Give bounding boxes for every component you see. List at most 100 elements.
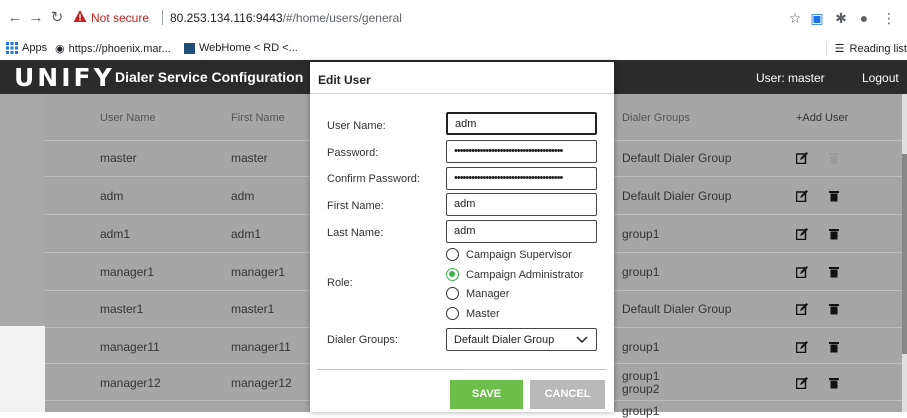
first-name-label: First Name: [327,200,384,212]
cell-user-name: manager1 [100,265,155,279]
cell-first-name: adm1 [231,227,262,241]
cell-dialer-groups: Default Dialer Group [622,189,732,203]
dialog-title: Edit User [318,73,371,87]
cell-dialer-groups: group1 [622,340,660,354]
edit-icon[interactable] [796,341,808,353]
cell-first-name: master1 [231,302,275,316]
role-option-manager[interactable]: Manager [446,287,509,300]
role-option-campaign-administrator[interactable]: Campaign Administrator [446,268,583,281]
trash-icon[interactable] [828,190,840,202]
role-option-label: Master [466,307,500,320]
dialer-groups-select[interactable]: Default Dialer Group [446,328,597,351]
reading-list-icon: ☰ [834,43,845,55]
edit-icon[interactable] [796,152,808,164]
url-path: /#/home/users/general [282,11,402,25]
edit-icon[interactable] [796,303,808,315]
save-button[interactable]: SAVE [450,380,523,409]
cell-user-name: adm1 [100,227,131,241]
bookmark-phoenix-label: https://phoenix.mar... [68,42,171,55]
reading-list-button[interactable]: ☰ Reading list [834,42,907,56]
trash-icon-disabled [829,153,839,164]
apps-grid-icon [6,42,18,54]
cell-user-name: master [100,151,137,165]
reload-icon[interactable]: ↻ [48,9,66,27]
not-secure-label: Not secure [91,11,150,25]
col-dialer-groups[interactable]: Dialer Groups [622,112,690,124]
trash-icon[interactable] [828,377,840,389]
cell-user-name: adm [100,189,124,203]
edit-user-dialog: Edit User User Name: adm Password: •••••… [310,62,614,412]
cell-user-name: master1 [100,302,144,316]
puzzle-icon[interactable]: ✱ [832,9,850,27]
trash-icon[interactable] [828,303,840,315]
password-input[interactable]: •••••••••••••••••••••••••••••••••••••• [446,140,597,163]
cell-dialer-groups-2: group2 [622,382,660,396]
trash-icon[interactable] [828,266,840,278]
dialer-groups-label: Dialer Groups: [327,334,398,346]
last-name-label: Last Name: [327,227,384,239]
cell-first-name: manager1 [231,265,286,279]
extension-icon[interactable]: ▣ [808,9,826,27]
star-icon[interactable]: ☆ [786,9,804,27]
bookmark-phoenix[interactable]: ◉ https://phoenix.mar... [55,42,171,56]
role-option-master[interactable]: Master [446,307,500,320]
role-label: Role: [327,277,353,289]
confirm-password-input[interactable]: •••••••••••••••••••••••••••••••••••••• [446,167,597,190]
menu-icon[interactable]: ⋮ [880,9,898,27]
edit-icon[interactable] [796,228,808,240]
cell-first-name: master [231,151,268,165]
last-name-input[interactable]: adm [446,220,597,243]
url-separator [162,10,163,25]
dialog-header-divider [310,93,614,94]
role-option-label: Campaign Administrator [466,268,584,281]
bookmark-webhome-label: WebHome < RD <... [199,42,298,54]
side-strip [0,94,45,326]
bookmark-apps[interactable]: Apps [6,42,47,54]
radio-unselected-icon [446,307,459,320]
cancel-button[interactable]: CANCEL [530,380,605,409]
col-user-name[interactable]: User Name [100,112,156,124]
current-user-label: User: master [756,71,825,85]
dialog-footer-divider [317,369,607,370]
forward-icon[interactable]: → [27,9,45,27]
reading-list-label: Reading list [849,42,907,55]
edit-icon[interactable] [796,266,808,278]
add-user-button[interactable]: +Add User [796,112,848,124]
radio-unselected-icon [446,248,459,261]
confirm-password-label: Confirm Password: [327,173,420,185]
profile-icon[interactable]: ● [855,9,873,27]
cell-dialer-groups: group1 [622,265,660,279]
trash-icon[interactable] [828,228,840,240]
warning-icon [73,10,87,22]
dialer-groups-value: Default Dialer Group [454,334,555,346]
bookmark-apps-label: Apps [22,42,48,54]
logout-link[interactable]: Logout [862,71,899,85]
role-option-label: Campaign Supervisor [466,248,572,261]
back-icon[interactable]: ← [6,9,24,27]
radio-selected-icon [446,268,459,281]
cell-first-name: manager11 [231,340,291,354]
scrollbar-thumb[interactable] [902,154,907,354]
confluence-icon [184,42,195,54]
unify-logo: UNIFY [14,63,115,92]
bookmark-webhome[interactable]: WebHome < RD <... [184,42,298,54]
url-host: 80.253.134.116:9443 [170,11,283,25]
first-name-input[interactable]: adm [446,193,597,216]
edit-icon[interactable] [796,190,808,202]
browser-toolbar: ← → ↻ Not secure 80.253.134.116:9443/#/h… [0,0,907,38]
globe-icon: ◉ [55,43,65,55]
edit-icon[interactable] [796,377,808,389]
trash-icon[interactable] [828,341,840,353]
radio-unselected-icon [446,287,459,300]
app-title: Dialer Service Configuration [115,69,304,85]
cell-first-name: manager12 [231,376,292,390]
cell-dialer-groups: group1 [622,404,660,418]
password-label: Password: [327,147,379,159]
username-label: User Name: [327,120,386,132]
role-option-campaign-supervisor[interactable]: Campaign Supervisor [446,248,572,261]
col-first-name[interactable]: First Name [231,112,285,124]
address-bar[interactable]: 80.253.134.116:9443/#/home/users/general [170,11,402,25]
cell-first-name: adm [231,189,255,203]
role-option-label: Manager [466,287,510,300]
username-input[interactable]: adm [446,112,597,135]
